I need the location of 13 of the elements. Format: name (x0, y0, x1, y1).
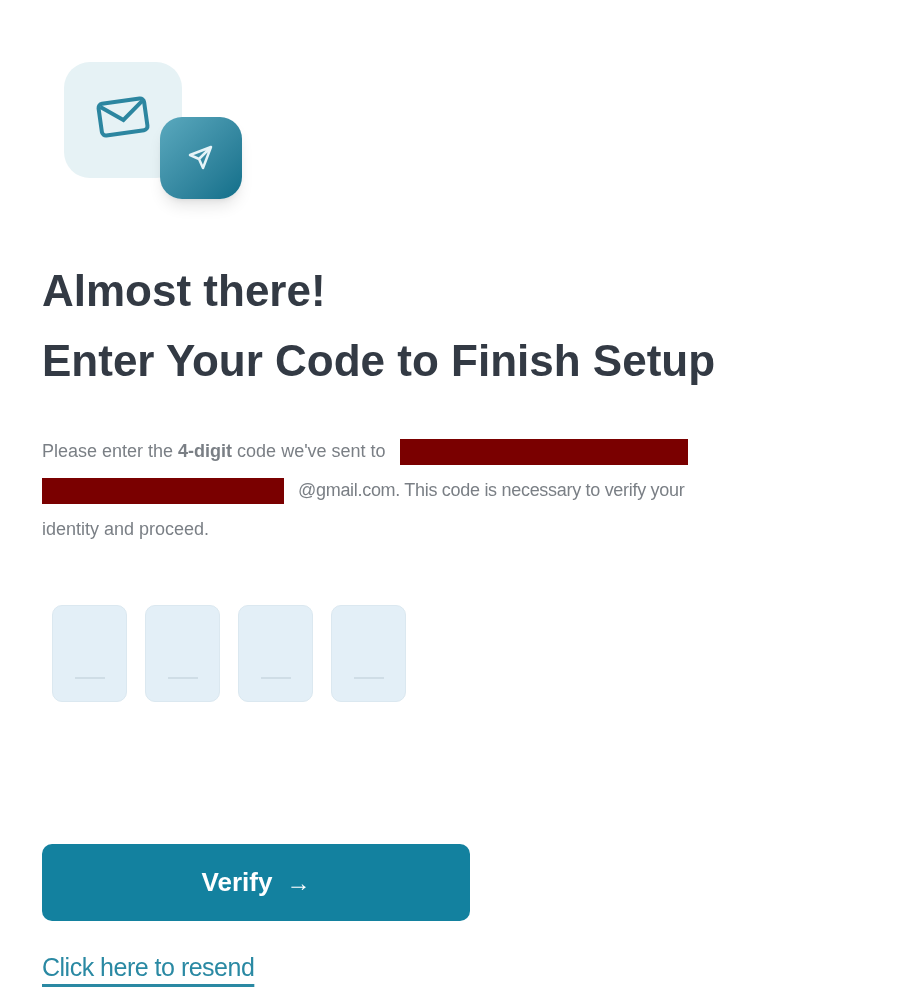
instruction-text: Please enter the 4-digit code we've sent to (42, 440, 386, 463)
code-input-field[interactable] (331, 605, 406, 702)
resend-link[interactable]: Click here to resend (42, 949, 255, 987)
paper-plane-icon (187, 144, 215, 172)
code-input-field[interactable] (52, 605, 127, 702)
code-input-field[interactable] (238, 605, 313, 702)
verify-button[interactable]: Verify → (42, 844, 470, 921)
heading-line: Enter Your Code to Finish Setup (42, 335, 717, 387)
instruction-text: identity and proceed. (42, 519, 210, 539)
code-input-field[interactable] (145, 605, 220, 702)
instruction-text: @gmail.com. This code is necessary to verify your (298, 479, 685, 502)
envelope-icon (96, 95, 150, 139)
heading-line: Almost there! (42, 265, 327, 317)
